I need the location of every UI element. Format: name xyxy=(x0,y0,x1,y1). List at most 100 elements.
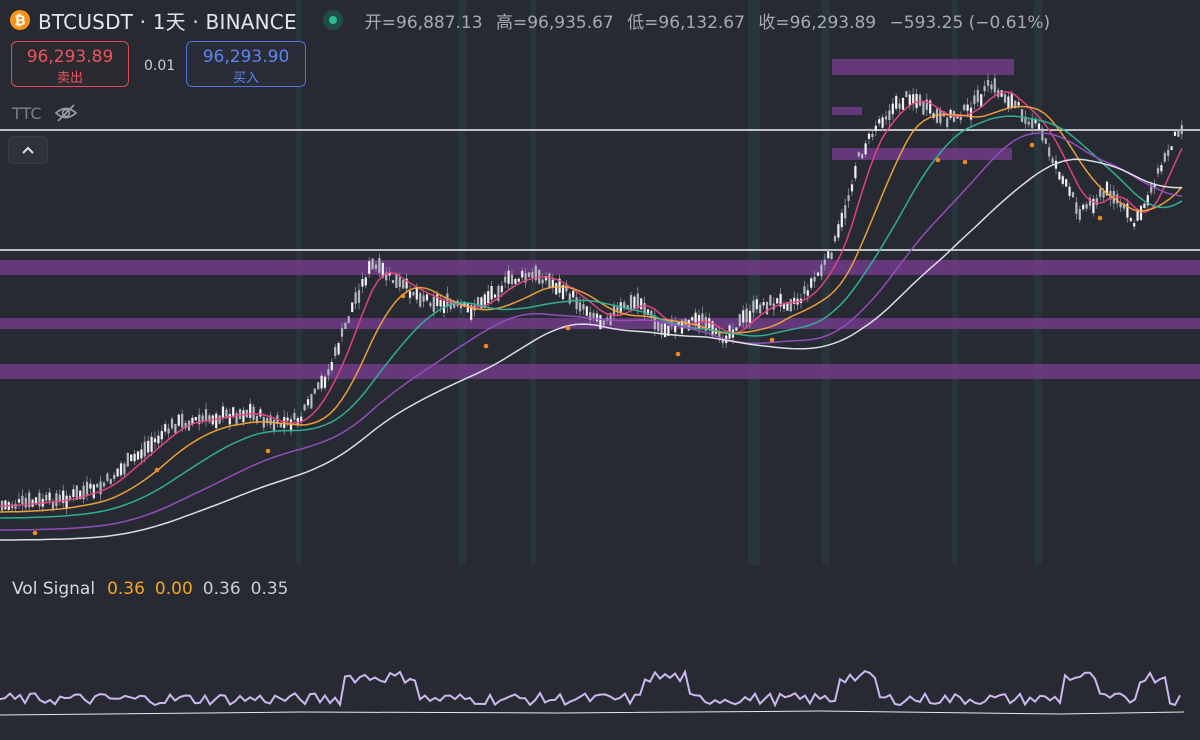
candle-body xyxy=(38,492,41,507)
session-band xyxy=(530,0,536,565)
candle-body xyxy=(347,316,350,324)
candle-body xyxy=(160,431,163,440)
candle-body xyxy=(572,290,575,298)
candle-body xyxy=(816,272,820,276)
candle-body xyxy=(810,278,813,288)
candle-body xyxy=(976,89,979,103)
candle-body xyxy=(1071,192,1075,198)
candle-body xyxy=(840,212,843,228)
candle-body xyxy=(218,415,221,424)
candle-body xyxy=(759,304,762,314)
candle-body xyxy=(133,453,136,462)
candle-body xyxy=(878,119,881,124)
candle-body xyxy=(752,300,755,313)
price-zone xyxy=(832,107,862,115)
candle-body xyxy=(830,252,833,259)
candle-body xyxy=(531,272,534,279)
signal-marker xyxy=(154,467,160,473)
signal-marker xyxy=(32,530,38,536)
candle-body xyxy=(1139,205,1143,220)
candle-body xyxy=(514,278,517,284)
sell-button[interactable]: 96,293.89 卖出 xyxy=(11,41,129,87)
candle-body xyxy=(504,276,507,283)
candle-body xyxy=(922,101,925,115)
candle-body xyxy=(337,343,340,355)
candle-body xyxy=(527,272,531,278)
candle-body xyxy=(102,482,106,487)
buy-button[interactable]: 96,293.90 买入 xyxy=(186,41,306,87)
candle-body xyxy=(1051,158,1054,164)
signal-marker xyxy=(675,351,681,357)
eye-off-icon[interactable] xyxy=(54,103,78,123)
indicator-name[interactable]: TTC xyxy=(12,104,42,123)
candle-body xyxy=(990,84,993,90)
candle-body xyxy=(204,409,208,421)
candle-body xyxy=(310,394,313,409)
candle-body xyxy=(201,415,204,422)
candle-body xyxy=(1044,138,1047,144)
candle-body xyxy=(918,94,922,106)
candle-body xyxy=(993,78,996,93)
candle-body xyxy=(1058,172,1061,180)
price-chart[interactable] xyxy=(0,0,1200,740)
market-status-icon xyxy=(322,10,343,30)
candle-body xyxy=(599,315,602,330)
vol-signal-value-1: 0.36 xyxy=(107,579,145,599)
candle-body xyxy=(1143,203,1146,208)
candle-body xyxy=(368,261,371,274)
collapse-button[interactable] xyxy=(8,136,48,164)
symbol-title[interactable]: BTCUSDT · 1天 · BINANCE xyxy=(38,6,297,35)
candle-body xyxy=(837,224,840,238)
candle-body xyxy=(242,410,245,423)
candle-body xyxy=(844,205,847,219)
candle-body xyxy=(898,103,901,109)
candle-body xyxy=(908,94,911,106)
chart-header: ₿ BTCUSDT · 1天 · BINANCE 开=96,887.13 高=9… xyxy=(10,6,1050,34)
candle-body xyxy=(1078,209,1081,220)
session-band xyxy=(748,0,760,565)
candle-body xyxy=(657,321,660,332)
candle-body xyxy=(174,423,177,434)
candle-body xyxy=(864,143,867,155)
candle-body xyxy=(340,328,344,337)
candle-body xyxy=(419,292,422,307)
candle-body xyxy=(1048,147,1051,157)
candle-body xyxy=(1007,96,1010,108)
bitcoin-icon: ₿ xyxy=(10,10,30,30)
candle-body xyxy=(888,110,891,120)
candle-body xyxy=(521,270,524,278)
candle-body xyxy=(769,295,772,306)
vol-signal-label: Vol Signal xyxy=(12,579,96,599)
candle-body xyxy=(1102,191,1105,198)
candle-body xyxy=(765,301,769,315)
candle-body xyxy=(857,152,860,157)
candle-body xyxy=(330,362,333,371)
candle-body xyxy=(313,388,316,394)
candle-body xyxy=(354,292,357,304)
open-value: 96,887.13 xyxy=(396,12,483,33)
candle-body xyxy=(983,86,986,92)
candle-body xyxy=(238,409,242,419)
candle-body xyxy=(738,314,741,327)
candle-body xyxy=(854,166,857,179)
low-value: 96,132.67 xyxy=(658,12,745,33)
candle-body xyxy=(1167,149,1170,156)
candle-body xyxy=(306,399,310,406)
candle-body xyxy=(96,483,99,488)
candle-body xyxy=(412,292,415,296)
candle-body xyxy=(589,312,592,321)
indicator-legend: TTC xyxy=(12,103,78,123)
signal-marker xyxy=(400,293,406,299)
candle-body xyxy=(1075,202,1078,214)
candle-body xyxy=(259,409,262,417)
candle-body xyxy=(72,489,75,497)
candle-body xyxy=(432,296,435,312)
candle-body xyxy=(847,195,850,201)
candle-body xyxy=(925,99,928,110)
candle-body xyxy=(272,419,276,431)
candle-body xyxy=(823,259,826,265)
signal-marker xyxy=(962,159,968,165)
candle-body xyxy=(194,417,197,421)
candle-body xyxy=(575,297,578,310)
vol-signal-line xyxy=(0,669,1181,708)
